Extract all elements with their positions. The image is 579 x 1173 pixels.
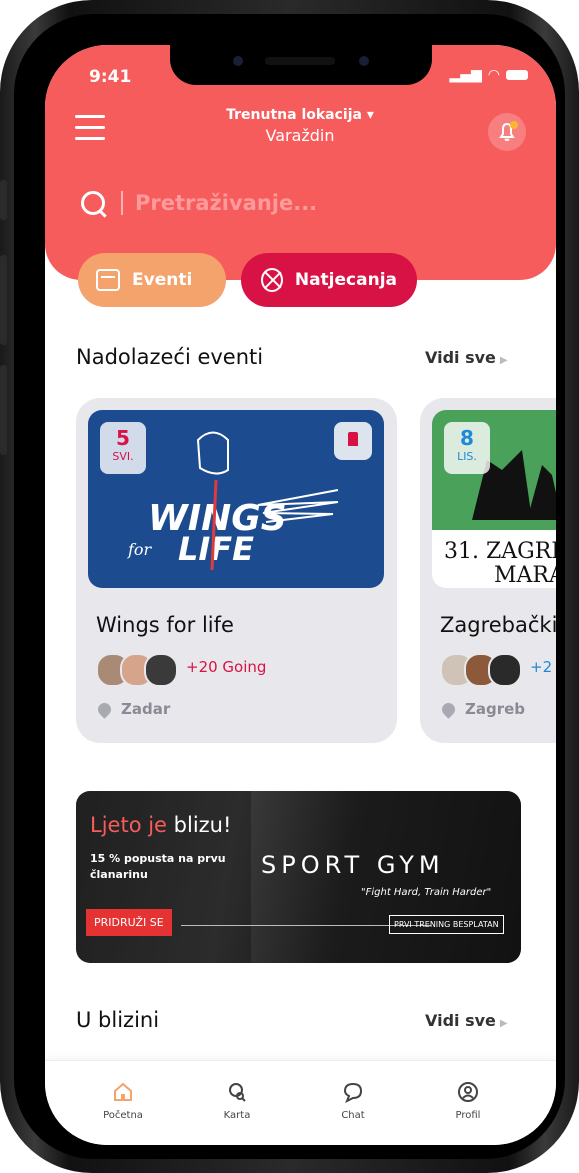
event-location-label: Zadar	[121, 700, 171, 718]
event-card[interactable]: 31. ZAGREB MARATON 8 LIS. Zagrebački +2 …	[420, 398, 556, 743]
see-all-label: Vidi sve	[425, 1011, 496, 1030]
see-all-upcoming-link[interactable]: Vidi sve ▶	[425, 348, 508, 367]
date-day: 8	[460, 426, 474, 450]
mute-switch	[0, 180, 7, 220]
banner-headline-part-a: Ljeto je	[90, 813, 167, 837]
banner-tagline: "Fight Hard, Train Harder"	[361, 887, 492, 898]
event-image: 31. ZAGREB MARATON 8 LIS.	[432, 410, 556, 588]
volume-up-button	[0, 255, 7, 345]
triangle-right-icon: ▶	[499, 355, 508, 366]
chip-label: Natjecanja	[294, 270, 397, 290]
chip-eventi[interactable]: Eventi	[78, 253, 226, 307]
date-badge: 5 SVI.	[100, 422, 146, 474]
banner-subtext: 15 % popusta na prvu članarinu	[90, 852, 226, 881]
camera-icon	[233, 56, 243, 66]
nav-label: Karta	[223, 1110, 251, 1121]
nav-profile[interactable]: Profil	[428, 1081, 508, 1121]
chevron-down-icon: ▾	[366, 107, 374, 123]
event-location: Zadar	[95, 699, 171, 719]
search-bar[interactable]	[81, 190, 417, 216]
notification-dot	[510, 121, 518, 129]
logo-for-text: for	[127, 540, 153, 559]
date-badge: 8 LIS.	[444, 422, 490, 474]
wifi-icon: ◠	[487, 67, 500, 83]
menu-icon-line	[75, 115, 105, 118]
logo-life-text: LIFE	[178, 530, 254, 568]
screen: 9:41 ▂▄▆ ◠ Trenutna lokacija ▾ Varaždin	[45, 45, 556, 1145]
notch	[170, 45, 432, 85]
ball-icon	[261, 268, 283, 292]
sensor-icon	[359, 56, 369, 66]
menu-button[interactable]	[75, 115, 105, 148]
profile-icon	[458, 1082, 478, 1102]
location-selector[interactable]: Trenutna lokacija ▾ Varaždin	[195, 107, 405, 145]
event-location-label: Zagreb	[465, 700, 526, 718]
location-pin-icon	[95, 699, 114, 719]
nav-label: Profil	[455, 1110, 481, 1121]
poster-title-line1: 31. ZAGREB	[444, 539, 556, 564]
banner-headline-part-b: blizu!	[173, 813, 232, 837]
speaker	[265, 57, 335, 65]
search-input[interactable]	[133, 190, 417, 216]
bottom-nav: Početna Karta Chat Profil	[45, 1060, 556, 1145]
search-divider	[121, 191, 123, 215]
location-value: Varaždin	[265, 126, 335, 145]
attendee-avatars	[96, 653, 178, 687]
event-card[interactable]: WINGS for LIFE 5 SVI. Wings for life +20…	[76, 398, 397, 743]
free-training-button[interactable]: PRVI TRENING BESPLATAN	[389, 915, 504, 934]
banner-headline: Ljeto je blizu!	[90, 813, 231, 837]
nav-label: Početna	[103, 1110, 143, 1121]
date-month: LIS.	[457, 450, 477, 463]
chat-icon	[343, 1082, 363, 1104]
event-title: Wings for life	[96, 613, 234, 637]
search-icon	[81, 191, 105, 215]
section-title-upcoming: Nadolazeći eventi	[76, 345, 264, 369]
calendar-icon	[96, 269, 120, 291]
event-image: WINGS for LIFE 5 SVI.	[88, 410, 384, 588]
notifications-button[interactable]	[488, 113, 526, 151]
signal-icon: ▂▄▆	[449, 67, 482, 83]
bookmark-icon[interactable]	[334, 422, 372, 460]
location-pin-icon	[439, 699, 458, 719]
see-all-nearby-link[interactable]: Vidi sve ▶	[425, 1011, 508, 1030]
nav-chat[interactable]: Chat	[313, 1081, 393, 1121]
nav-home[interactable]: Početna	[83, 1081, 163, 1121]
status-icons: ▂▄▆ ◠	[449, 67, 528, 83]
chip-natjecanja[interactable]: Natjecanja	[241, 253, 417, 307]
going-count: +20 Going	[186, 658, 267, 676]
join-button[interactable]: PRIDRUŽI SE	[86, 909, 172, 936]
battery-icon	[506, 70, 528, 80]
menu-icon-line	[75, 137, 105, 140]
home-icon	[114, 1082, 132, 1101]
nav-label: Chat	[341, 1110, 365, 1121]
event-location: Zagreb	[439, 699, 526, 719]
event-title: Zagrebački	[440, 613, 556, 637]
triangle-right-icon: ▶	[499, 1018, 508, 1029]
bell-icon	[499, 122, 515, 141]
poster-title-line2: MARATON	[494, 563, 556, 588]
promo-banner[interactable]: Ljeto je blizu! 15 % popusta na prvu čla…	[76, 791, 521, 963]
nav-map[interactable]: Karta	[197, 1081, 277, 1121]
banner-brand: SPORT GYM	[261, 851, 445, 879]
chip-label: Eventi	[132, 270, 193, 290]
avatar	[144, 653, 178, 687]
avatar	[488, 653, 522, 687]
attendee-avatars	[440, 653, 522, 687]
volume-down-button	[0, 365, 7, 455]
going-count: +2	[530, 658, 553, 676]
date-day: 5	[116, 426, 130, 450]
location-label: Trenutna lokacija	[226, 107, 362, 123]
category-chips: Eventi Natjecanja	[78, 253, 417, 307]
status-time: 9:41	[89, 67, 132, 87]
see-all-label: Vidi sve	[425, 348, 496, 367]
date-month: SVI.	[112, 450, 134, 463]
menu-icon-line	[75, 126, 105, 129]
map-search-icon	[229, 1083, 246, 1102]
section-title-nearby: U blizini	[76, 1008, 160, 1032]
